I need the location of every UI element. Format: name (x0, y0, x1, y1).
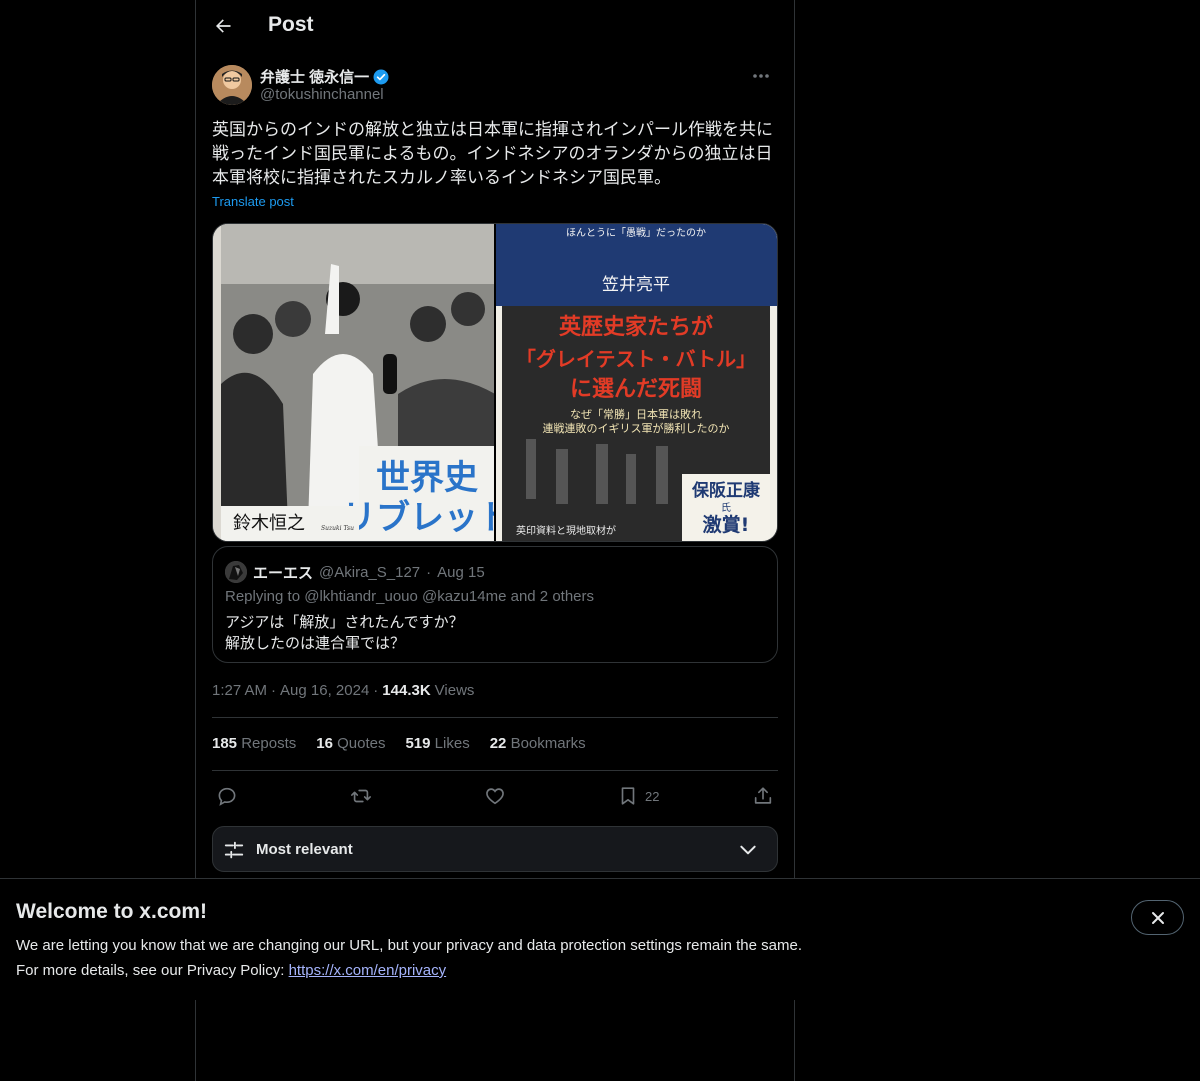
left-caption-main-2: リブレット (342, 498, 494, 538)
left-caption-author-sub: Suzuki Tsu (321, 525, 354, 532)
repost-button[interactable] (350, 782, 372, 810)
sliders-icon (224, 841, 244, 859)
page-title: Post (268, 13, 314, 36)
post-media[interactable]: 世界史 リブレット 鈴木恒之 Suzuki Tsu ほんとうに「愚戦」だったのか… (212, 223, 778, 542)
timestamp-separator-1: · (271, 682, 277, 699)
post-date[interactable]: Aug 16, 2024 (280, 682, 369, 699)
book-cover-photo-left: 世界史 リブレット 鈴木恒之 Suzuki Tsu (213, 224, 494, 541)
translate-post-link[interactable]: Translate post (212, 194, 294, 209)
quote-replying-to: Replying to @lkhtiandr_uouo @kazu14me an… (225, 588, 595, 605)
likes-label: Likes (434, 735, 470, 752)
banner-details: For more details, see our Privacy Policy… (16, 962, 446, 979)
avatar-image (212, 65, 252, 105)
reposts-stat[interactable]: 185 Reposts (212, 735, 296, 752)
more-horizontal-icon (753, 74, 769, 78)
post-author: 弁護士 徳永信一 @tokushinchannel (212, 64, 778, 108)
right-headline-2: 「グレイテスト・バトル」 (516, 347, 756, 371)
media-image-left[interactable]: 世界史 リブレット 鈴木恒之 Suzuki Tsu (213, 224, 494, 541)
bookmark-count: 22 (645, 788, 660, 804)
post-actions: 22 (212, 782, 778, 810)
quotes-count: 16 (316, 735, 333, 752)
media-image-right[interactable]: ほんとうに「愚戦」だったのか 笠井亮平 英歴史家たちが 「グレイテスト・バトル」… (496, 224, 777, 541)
right-headline-3: に選んだ死闘 (570, 377, 702, 402)
bookmarks-stat[interactable]: 22 Bookmarks (490, 735, 586, 752)
banner-message: We are letting you know that we are chan… (16, 937, 802, 954)
quote-avatar[interactable] (225, 561, 247, 583)
author-handle[interactable]: @tokushinchannel (260, 86, 384, 103)
quote-separator: · (426, 563, 432, 581)
arrow-left-icon (216, 19, 231, 33)
quote-text: アジアは「解放」されたんですか？ 解放したのは連合軍では？ (225, 612, 464, 654)
close-icon (1151, 911, 1164, 924)
url-change-banner: Welcome to x.com! We are letting you kno… (0, 878, 1200, 1000)
reposts-count: 185 (212, 735, 238, 752)
reply-sort-dropdown[interactable]: Most relevant (212, 826, 778, 872)
verified-badge-icon (373, 69, 389, 84)
repost-icon (351, 789, 371, 803)
sort-label: Most relevant (256, 841, 353, 858)
likes-stat[interactable]: 519 Likes (405, 735, 469, 752)
post-timestamp: 1:27 AM · Aug 16, 2024 · 144.3K Views (212, 682, 474, 699)
quotes-stat[interactable]: 16 Quotes (316, 735, 385, 752)
author-name-text: 弁護士 徳永信一 (260, 69, 370, 86)
like-button[interactable] (484, 782, 506, 810)
quote-author-name: エーエス (253, 564, 314, 582)
bookmarks-label: Bookmarks (510, 735, 586, 752)
right-headline-1: 英歴史家たちが (559, 314, 713, 340)
left-caption-main-1: 世界史 (376, 458, 478, 498)
views-count: 144.3K (382, 682, 431, 699)
more-options-button[interactable] (744, 64, 778, 88)
right-badge-honorific: 氏 (721, 502, 731, 514)
book-cover-photo-right: ほんとうに「愚戦」だったのか 笠井亮平 英歴史家たちが 「グレイテスト・バトル」… (496, 224, 777, 541)
divider (212, 717, 778, 718)
right-footer: 英印資料と現地取材が (516, 524, 616, 537)
post-time[interactable]: 1:27 AM (212, 682, 267, 699)
right-top-text: ほんとうに「愚戦」だったのか (566, 226, 706, 239)
quote-text-line-2: 解放したのは連合軍では？ (225, 635, 406, 652)
views-label: Views (434, 682, 475, 699)
quote-avatar-image (225, 561, 247, 583)
share-icon (754, 787, 772, 804)
right-badge-1: 保阪正康 (691, 480, 761, 501)
close-banner-button[interactable] (1131, 900, 1184, 935)
right-author: 笠井亮平 (602, 275, 670, 295)
post-stats: 185 Reposts 16 Quotes 519 Likes 22 Bookm… (212, 735, 586, 752)
heart-icon (486, 788, 504, 805)
bookmark-icon (621, 787, 635, 805)
banner-details-text: For more details, see our Privacy Policy… (16, 962, 289, 979)
divider (212, 770, 778, 771)
post-text: 英国からのインドの解放と独立は日本軍に指揮されインパール作戦を共に戦ったインド国… (212, 120, 773, 187)
reply-icon (218, 787, 236, 806)
quote-text-line-1: アジアは「解放」されたんですか？ (225, 614, 464, 631)
right-sub-1: なぜ「常勝」日本軍は敗れ (570, 407, 702, 421)
avatar[interactable] (212, 65, 252, 105)
right-sub-2: 連戦連敗のイギリス軍が勝利したのか (543, 421, 730, 435)
bookmark-button[interactable]: 22 (617, 782, 659, 810)
share-button[interactable] (752, 782, 774, 810)
quotes-label: Quotes (337, 735, 386, 752)
reply-button[interactable] (216, 782, 238, 810)
left-caption-author: 鈴木恒之 (233, 513, 305, 534)
top-bar: Post (196, 0, 794, 54)
quote-author-handle: @Akira_S_127 (319, 563, 421, 581)
right-badge-2: 激賞! (703, 513, 750, 536)
quote-date: Aug 15 (437, 563, 485, 581)
privacy-policy-link[interactable]: https://x.com/en/privacy (289, 962, 447, 979)
likes-count: 519 (405, 735, 431, 752)
reposts-label: Reposts (241, 735, 297, 752)
timestamp-separator-2: · (373, 682, 379, 699)
chevron-down-icon (740, 845, 756, 855)
quoted-post-header: エーエス @Akira_S_127 · Aug 15 (225, 561, 485, 583)
back-button[interactable] (206, 9, 240, 43)
banner-title: Welcome to x.com! (16, 900, 207, 923)
bookmarks-count: 22 (489, 735, 507, 752)
quoted-post[interactable]: エーエス @Akira_S_127 · Aug 15 Replying to @… (212, 546, 778, 663)
author-name[interactable]: 弁護士 徳永信一 (260, 66, 390, 87)
